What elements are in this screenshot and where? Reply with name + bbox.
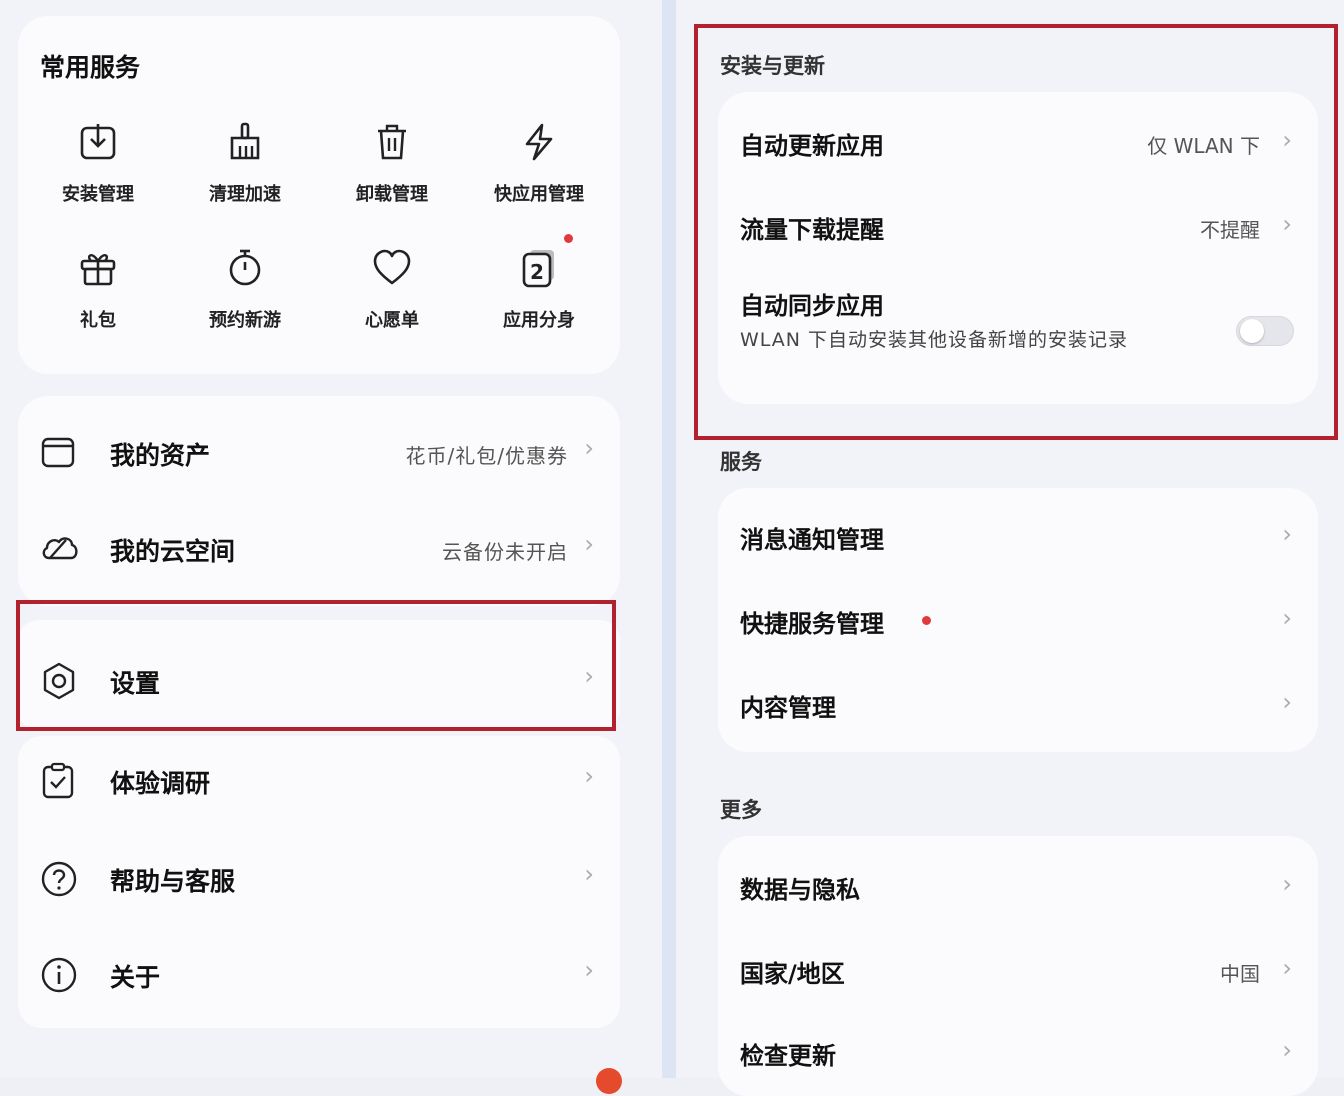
country-region-label: 国家/地区 bbox=[740, 960, 845, 988]
broom-icon bbox=[230, 122, 260, 160]
service-app-clone[interactable]: 2 应用分身 bbox=[469, 248, 609, 332]
services-title: 服务 bbox=[720, 450, 762, 474]
about-row[interactable]: 关于 › bbox=[18, 926, 620, 1022]
chevron-right-icon: › bbox=[1282, 870, 1292, 898]
country-region-row[interactable]: 国家/地区 中国 › bbox=[718, 928, 1318, 1008]
app-clone-icon: 2 bbox=[522, 250, 554, 288]
service-label: 安装管理 bbox=[62, 184, 134, 205]
service-uninstall-management[interactable]: 卸载管理 bbox=[322, 122, 462, 206]
service-label: 预约新游 bbox=[209, 310, 281, 331]
service-wishlist[interactable]: 心愿单 bbox=[322, 248, 462, 332]
country-region-value: 中国 bbox=[1220, 962, 1260, 986]
app-clone-badge: 2 bbox=[530, 260, 544, 284]
heart-icon bbox=[373, 249, 411, 285]
chevron-right-icon: › bbox=[1282, 604, 1292, 632]
settings-highlight-box bbox=[16, 600, 616, 731]
my-assets-label: 我的资产 bbox=[110, 441, 211, 470]
trash-icon bbox=[378, 124, 406, 160]
content-management-label: 内容管理 bbox=[740, 694, 836, 722]
service-install-management[interactable]: 安装管理 bbox=[28, 122, 168, 206]
survey-label: 体验调研 bbox=[110, 769, 211, 798]
right-pane: 安装与更新 自动更新应用 仅 WLAN 下 › 流量下载提醒 不提醒 › 自动同… bbox=[676, 0, 1344, 1096]
bottom-badge bbox=[596, 1068, 622, 1094]
question-circle-icon bbox=[40, 860, 78, 902]
cloud-icon bbox=[40, 530, 80, 570]
service-label: 卸载管理 bbox=[356, 184, 428, 205]
my-assets-row[interactable]: 我的资产 花币/礼包/优惠券 › bbox=[18, 404, 620, 500]
pane-divider bbox=[662, 0, 676, 1078]
install-update-highlight-box bbox=[694, 24, 1338, 440]
service-label: 快应用管理 bbox=[494, 184, 584, 205]
more-title: 更多 bbox=[720, 798, 762, 822]
chevron-right-icon: › bbox=[1282, 954, 1292, 982]
help-label: 帮助与客服 bbox=[110, 867, 236, 896]
service-reserve-new-game[interactable]: 预约新游 bbox=[175, 248, 315, 332]
info-circle-icon bbox=[40, 956, 78, 998]
help-row[interactable]: 帮助与客服 › bbox=[18, 830, 620, 926]
my-cloud-label: 我的云空间 bbox=[110, 537, 236, 566]
service-label: 应用分身 bbox=[503, 310, 575, 331]
about-label: 关于 bbox=[110, 963, 161, 992]
quick-service-red-dot bbox=[922, 616, 931, 625]
clipboard-check-icon bbox=[40, 762, 76, 804]
chevron-right-icon: › bbox=[1282, 1036, 1292, 1064]
lightning-icon bbox=[525, 123, 553, 161]
service-clean-accelerate[interactable]: 清理加速 bbox=[175, 122, 315, 206]
app-clone-red-dot bbox=[564, 234, 573, 243]
chevron-right-icon: › bbox=[584, 530, 594, 558]
download-box-icon bbox=[80, 124, 116, 160]
chevron-right-icon: › bbox=[1282, 688, 1292, 716]
chevron-right-icon: › bbox=[584, 860, 594, 888]
service-gift-pack[interactable]: 礼包 bbox=[28, 248, 168, 332]
data-privacy-label: 数据与隐私 bbox=[740, 876, 860, 904]
chevron-right-icon: › bbox=[1282, 520, 1292, 548]
data-privacy-row[interactable]: 数据与隐私 › bbox=[718, 844, 1318, 924]
my-cloud-value: 云备份未开启 bbox=[442, 540, 568, 564]
stopwatch-icon bbox=[229, 249, 261, 286]
content-management-row[interactable]: 内容管理 › bbox=[718, 664, 1318, 744]
message-notification-label: 消息通知管理 bbox=[740, 526, 884, 554]
survey-row[interactable]: 体验调研 › bbox=[18, 732, 620, 828]
chevron-right-icon: › bbox=[584, 956, 594, 984]
service-quick-app-management[interactable]: 快应用管理 bbox=[469, 122, 609, 206]
service-label: 心愿单 bbox=[365, 310, 419, 331]
wallet-icon bbox=[40, 434, 76, 474]
service-label: 礼包 bbox=[80, 310, 116, 331]
chevron-right-icon: › bbox=[584, 762, 594, 790]
check-update-label: 检查更新 bbox=[740, 1042, 836, 1070]
quick-service-label: 快捷服务管理 bbox=[740, 610, 884, 638]
gift-icon bbox=[80, 254, 116, 286]
service-label: 清理加速 bbox=[209, 184, 281, 205]
chevron-right-icon: › bbox=[584, 434, 594, 462]
common-services-title: 常用服务 bbox=[40, 53, 141, 82]
my-assets-value: 花币/礼包/优惠券 bbox=[405, 444, 568, 468]
left-pane: 常用服务 安装管理 清理加速 卸载管理 快应用管理 礼包 预约新游 心愿单 2 … bbox=[0, 0, 662, 1094]
my-cloud-row[interactable]: 我的云空间 云备份未开启 › bbox=[18, 500, 620, 596]
check-update-row[interactable]: 检查更新 › bbox=[718, 1010, 1318, 1078]
message-notification-row[interactable]: 消息通知管理 › bbox=[718, 496, 1318, 576]
quick-service-row[interactable]: 快捷服务管理 › bbox=[718, 580, 1318, 660]
